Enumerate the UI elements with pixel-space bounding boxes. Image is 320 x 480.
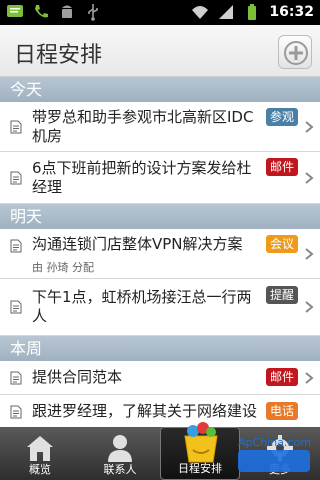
bottom-nav: 概览 联系人 日程安排 更多 [0,422,320,480]
category-badge: 会议 [265,235,298,253]
sms-icon [7,5,23,17]
section-header-today: 今天 [0,77,320,102]
nav-label: 概览 [29,463,51,476]
category-badge: 邮件 [265,368,298,386]
nav-item-schedule[interactable]: 日程安排 [160,422,240,480]
item-title: 沟通连锁门店整体VPN解决方案 [32,235,243,253]
wifi-icon [192,6,209,19]
nav-item-overview[interactable]: 概览 [0,427,80,480]
category-badge: 参观 [265,108,298,126]
item-title: 提供合同范本 [32,368,123,386]
chevron-right-icon [305,121,314,133]
list-item[interactable]: 带罗总和助手参观市北高新区IDC机房 参观 [0,102,320,152]
section-header-this-week: 本周 [0,336,320,361]
app-header: 日程安排 [0,25,320,77]
item-assignee: 由 孙琦 分配 [32,261,94,274]
item-title: 跟进罗经理，了解其关于网络建设 [32,402,258,420]
nav-item-contacts[interactable]: 联系人 [80,427,160,480]
add-circle-icon [284,41,308,65]
document-icon [10,371,22,385]
phone-icon [35,5,48,18]
nav-item-more[interactable]: 更多 [240,427,320,480]
section-header-tomorrow: 明天 [0,204,320,229]
document-icon [10,405,22,419]
page-title: 日程安排 [14,43,103,68]
document-icon [10,239,22,253]
nav-label: 联系人 [103,463,137,476]
list-item[interactable]: 提供合同范本 邮件 [0,361,320,395]
list-item[interactable]: 下午1点，虹桥机场接汪总一行两人 提醒 [0,279,320,336]
item-title: 带罗总和助手参观市北高新区IDC机房 [32,108,254,145]
status-time: 16:32 [269,4,314,20]
nav-label: 更多 [269,463,291,476]
android-icon [62,5,72,18]
battery-icon [248,4,257,20]
category-badge: 提醒 [265,286,298,304]
status-left-icons [6,3,102,21]
calendar-bag-icon [184,422,218,463]
schedule-list: 今天 带罗总和助手参观市北高新区IDC机房 参观 6点下班前把新的设计方案发给杜… [0,77,320,427]
usb-icon [88,4,98,21]
status-bar: 16:32 [0,0,320,25]
item-title: 6点下班前把新的设计方案发给杜经理 [32,159,252,196]
category-badge: 邮件 [265,158,298,176]
signal-icon [219,5,234,19]
document-icon [10,120,22,134]
add-schedule-button[interactable] [278,35,312,69]
nav-label: 日程安排 [178,462,222,475]
chevron-right-icon [305,248,314,260]
home-icon [27,436,53,461]
list-item[interactable]: 6点下班前把新的设计方案发给杜经理 邮件 [0,152,320,204]
category-badge: 电话 [265,402,298,420]
contact-icon [108,435,132,462]
list-item[interactable]: 沟通连锁门店整体VPN解决方案 由 孙琦 分配 会议 [0,229,320,279]
document-icon [10,300,22,314]
chevron-right-icon [305,172,314,184]
chevron-right-icon [305,301,314,313]
document-icon [10,171,22,185]
gear-icon [267,435,293,461]
item-title: 下午1点，虹桥机场接汪总一行两人 [32,288,252,325]
chevron-right-icon [305,372,314,384]
list-item[interactable]: 跟进罗经理，了解其关于网络建设 电话 [0,395,320,427]
status-right-icons: 16:32 [191,3,314,21]
